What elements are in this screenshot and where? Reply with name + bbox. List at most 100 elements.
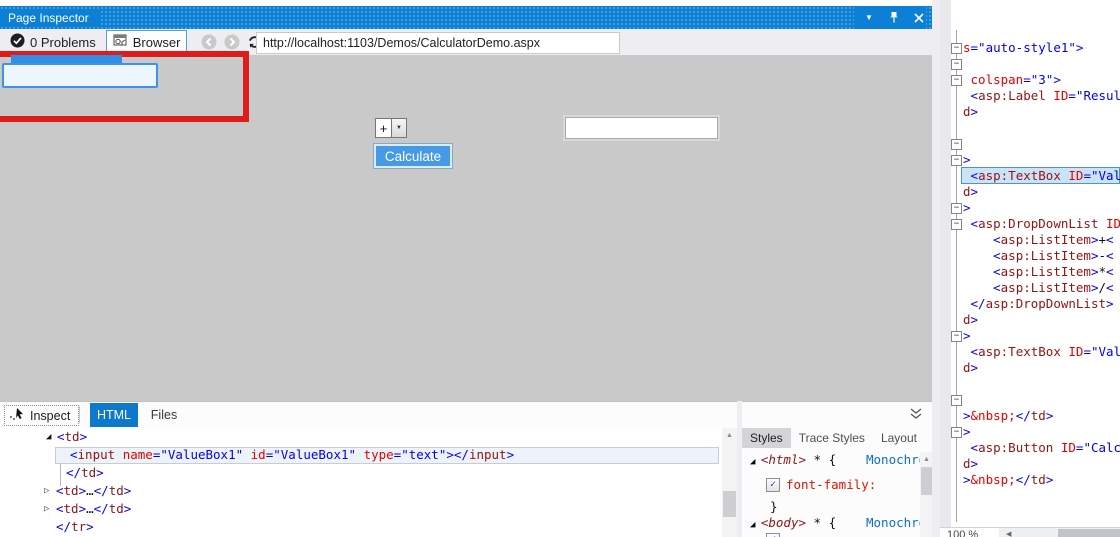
rule-closing-brace: }	[770, 499, 778, 514]
fold-collapse-box-icon[interactable]: −	[951, 155, 962, 166]
inspect-button[interactable]: Inspect	[4, 405, 80, 426]
collapsed-arrow-icon[interactable]: ▷	[44, 500, 49, 518]
code-segment: &nbsp;	[970, 408, 1016, 423]
code-segment: d	[963, 312, 971, 327]
collapse-double-chevron-icon[interactable]	[909, 407, 923, 425]
editor-code-line: − colspan="3">	[940, 72, 1120, 88]
code-segment: ="Val	[1083, 168, 1120, 183]
code-segment: <	[56, 501, 64, 516]
editor-code-line: − s="auto-style1">	[940, 40, 1120, 56]
check-circle-icon	[10, 33, 25, 51]
horizontal-scrollbar-thumb[interactable]	[1058, 529, 1120, 537]
html-panel-scrollbar[interactable]: ▲	[722, 428, 737, 537]
code-segment: type	[363, 447, 394, 462]
operator-selected-value: +	[375, 118, 391, 138]
dom-tree-row[interactable]: ▷ <td>…</td>	[0, 482, 722, 500]
pin-icon[interactable]	[887, 11, 901, 25]
scrollbar-thumb[interactable]	[723, 491, 736, 517]
operator-dropdown[interactable]: + ▼	[375, 118, 407, 138]
fold-collapse-box-icon[interactable]: −	[951, 43, 962, 54]
back-button[interactable]	[201, 34, 217, 50]
code-segment: d	[963, 184, 971, 199]
fold-collapse-box-icon[interactable]: −	[951, 203, 962, 214]
code-segment: ID	[1068, 344, 1084, 359]
styles-tab-layout[interactable]: Layout	[873, 428, 925, 448]
style-rule-line: }	[770, 499, 778, 514]
fold-collapse-box-icon[interactable]: −	[951, 427, 962, 438]
collapsed-arrow-icon[interactable]: ▷	[44, 482, 49, 500]
fold-collapse-box-icon[interactable]: −	[951, 395, 962, 406]
editor-bottom-bar: 100 % ◀	[940, 527, 1120, 537]
styles-tab-styles[interactable]: Styles	[742, 428, 791, 448]
expanded-arrow-icon[interactable]: ◢	[750, 457, 761, 467]
code-segment: <	[993, 248, 1001, 263]
code-segment: >	[1106, 296, 1114, 311]
code-segment: <	[57, 429, 65, 444]
fold-collapse-box-icon[interactable]: −	[951, 75, 962, 86]
code-segment: s	[963, 40, 971, 55]
fold-collapse-box-icon[interactable]: −	[951, 139, 962, 150]
code-segment: ="3">	[1023, 72, 1061, 87]
dropdown-arrow-icon[interactable]: ▼	[391, 118, 407, 138]
dom-tree-row[interactable]: </td>	[0, 464, 722, 482]
rule-selector: <body>	[760, 515, 806, 530]
styles-tab-trace-styles[interactable]: Trace Styles	[791, 428, 873, 448]
calculate-button-label: Calculate	[384, 148, 442, 164]
scroll-up-icon[interactable]: ▲	[722, 428, 737, 442]
editor-zoom-level[interactable]: 100 %	[940, 528, 999, 537]
calculate-button[interactable]: Calculate	[373, 143, 453, 169]
editor-code-line: − <asp:DropDownList ID	[940, 216, 1120, 232]
dom-tree-row[interactable]: </tr>	[0, 518, 722, 536]
code-segment: <	[970, 88, 979, 103]
fold-collapse-box-icon[interactable]: −	[951, 331, 962, 342]
tab-html[interactable]: HTML	[90, 403, 138, 427]
fold-collapse-box-icon[interactable]: −	[951, 59, 962, 70]
tool-window-titlebar[interactable]: Page Inspector ▼	[0, 6, 932, 29]
code-segment: >	[86, 519, 94, 534]
tab-files-label: Files	[150, 408, 178, 422]
stylesheet-source-link[interactable]: Monochro	[866, 452, 926, 467]
value-box-2-input[interactable]	[565, 117, 718, 139]
fold-collapse-box-icon[interactable]: −	[951, 219, 962, 230]
code-segment: <	[970, 440, 979, 455]
property-checkbox[interactable]: ✓	[766, 477, 780, 492]
tab-files[interactable]: Files	[144, 403, 184, 427]
code-segment: td	[108, 483, 124, 498]
window-position-chevron-icon[interactable]: ▼	[862, 11, 876, 25]
code-segment: input	[77, 447, 116, 462]
code-segment: d	[963, 456, 971, 471]
code-segment: ></	[446, 447, 469, 462]
styles-tabstrip: StylesTrace StylesLayoutAtt	[742, 427, 935, 449]
html-dom-tree: ◢ <td> <input name="ValueBox1" id="ValueBo…	[0, 428, 722, 537]
code-segment: </	[1015, 472, 1031, 487]
value-box-1-input[interactable]	[2, 63, 158, 88]
scroll-left-icon[interactable]: ◀	[1006, 530, 1011, 537]
dom-tree-row[interactable]: ▷ <td>…</td>	[0, 500, 722, 518]
code-segment: <	[970, 216, 979, 231]
dom-tree-row[interactable]: ◢ <td>	[0, 428, 722, 446]
stylesheet-source-link[interactable]: Monochro	[866, 515, 926, 530]
code-segment: </	[93, 501, 109, 516]
close-icon[interactable]	[912, 11, 926, 25]
code-segment: <	[1106, 232, 1114, 247]
problems-button[interactable]: 0 Problems	[4, 31, 102, 53]
code-segment: …	[86, 501, 94, 516]
code-segment: >	[963, 424, 971, 439]
code-segment: asp:ListItem	[1000, 248, 1091, 263]
url-address-bar[interactable]: http://localhost:1103/Demos/CalculatorDe…	[256, 32, 620, 54]
code-segment: >	[79, 429, 88, 444]
property-checkbox[interactable]: ✓	[766, 532, 780, 537]
expanded-arrow-icon[interactable]: ◢	[750, 520, 761, 530]
page-inspector-window: Page Inspector ▼ 0 Problems Browser http…	[0, 0, 1120, 537]
editor-code-line	[940, 376, 1120, 392]
editor-splitter[interactable]	[932, 0, 940, 537]
code-segment: >	[96, 465, 104, 480]
dom-tree-row[interactable]: <input name="ValueBox1" id="ValueBox1" t…	[0, 446, 722, 464]
forward-button[interactable]	[224, 34, 240, 50]
expanded-arrow-icon[interactable]: ◢	[46, 428, 51, 446]
code-segment: >	[78, 483, 87, 498]
editor-code-line: d>	[940, 104, 1120, 120]
scrollbar-thumb[interactable]	[921, 467, 932, 495]
